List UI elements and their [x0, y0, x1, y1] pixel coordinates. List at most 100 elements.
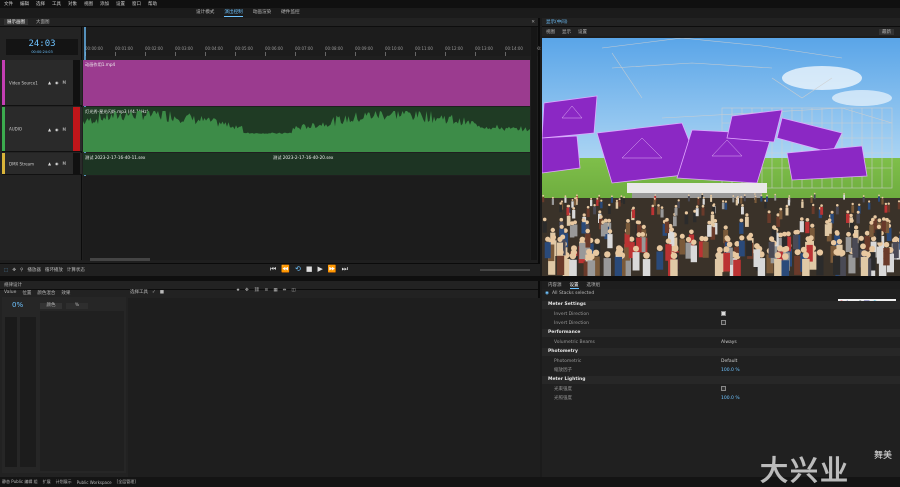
prop-section-header[interactable]: Meter Lighting	[542, 376, 900, 384]
select-tool-label[interactable]: 选择工具	[130, 289, 148, 295]
horizontal-scrollbar[interactable]	[90, 258, 150, 261]
behavior-canvas[interactable]	[128, 298, 540, 478]
menu-item-0[interactable]: 文件	[4, 1, 13, 7]
watermark-logo: 大兴业 舞美	[752, 445, 900, 487]
clip-audio[interactable]: 灯光秀-星光闪烁.mp3 (44.1kHz)	[83, 107, 530, 152]
prop-checkbox[interactable]	[721, 311, 726, 316]
tab-settings[interactable]: 设置	[578, 29, 587, 35]
prop-checkbox[interactable]	[721, 320, 726, 325]
align-icon[interactable]: ≡	[265, 288, 269, 293]
menu-item-5[interactable]: 视图	[84, 1, 93, 7]
tab-display[interactable]: 显示	[562, 29, 571, 35]
status-item-1[interactable]: 扩展	[43, 479, 51, 485]
prop-checkbox[interactable]	[721, 386, 726, 391]
calc-label[interactable]: 计算状态	[67, 267, 85, 273]
distribute-icon[interactable]: ⇹	[283, 288, 287, 293]
prop-value[interactable]: Always	[721, 339, 737, 347]
menu-item-1[interactable]: 编辑	[20, 1, 29, 7]
value-slider[interactable]	[5, 317, 17, 467]
percent-subtab[interactable]: %	[66, 303, 88, 309]
level-meter	[73, 107, 80, 151]
rewind-icon[interactable]: ⏪	[281, 265, 290, 274]
preview-title: 显示(中间)	[546, 20, 568, 25]
eye-icon: ◉	[55, 80, 59, 85]
prop-value[interactable]: Default	[721, 358, 737, 366]
prop-row: Invert Direction	[550, 311, 900, 319]
tab-view[interactable]: 视图	[546, 29, 555, 35]
3d-viewport[interactable]	[542, 38, 900, 276]
snap-icon[interactable]: ⬚	[4, 268, 8, 273]
link-icon[interactable]: ⛓	[254, 288, 260, 293]
player-label[interactable]: 播放器	[27, 267, 41, 273]
menu-item-8[interactable]: 窗口	[132, 1, 141, 7]
curve-area[interactable]	[40, 311, 124, 471]
menu-item-3[interactable]: 工具	[52, 1, 61, 7]
radio-icon[interactable]: ◉	[545, 291, 549, 296]
mode-tab-0[interactable]: 设计模式	[196, 9, 214, 17]
mode-tab-2[interactable]: 动画渲染	[253, 9, 271, 17]
zoom-slider[interactable]	[480, 269, 530, 271]
menu-item-7[interactable]: 设置	[116, 1, 125, 7]
track-head-dmx[interactable]: DMX Stream ▲ ◉ M	[2, 153, 82, 175]
menu-item-4[interactable]: 对象	[68, 1, 77, 7]
skip-start-icon[interactable]: ⏮	[270, 265, 276, 274]
prop-section-header[interactable]: Performance	[542, 329, 900, 337]
status-item-3[interactable]: Public Workspace	[77, 480, 112, 485]
stop-icon[interactable]: ■	[160, 290, 164, 295]
tab-position[interactable]: 位置	[22, 290, 31, 296]
mode-tab-3[interactable]: 硬件监控	[281, 9, 299, 17]
timeline-tabs: 展示画图 大面图 ✕	[0, 18, 538, 27]
prop-section-header[interactable]: Meter Settings	[542, 301, 900, 309]
track-head-video[interactable]: Video Source1 ▲ ◉ M	[2, 60, 82, 106]
forward-icon[interactable]: ⏩	[328, 265, 337, 274]
tab-value[interactable]: Value	[4, 290, 16, 296]
clip-video[interactable]: 动画作用1.mp4	[83, 60, 530, 106]
tab-groups[interactable]: 选项组	[587, 282, 601, 288]
menu-item-6[interactable]: 添加	[100, 1, 109, 7]
frame-icon[interactable]: ◫	[291, 288, 295, 293]
color-subtab[interactable]: 颜色	[40, 303, 62, 309]
prop-checkbox-wrap[interactable]	[721, 311, 726, 319]
tab-content[interactable]: 内容源	[548, 282, 562, 288]
ruler-tick: 00:11:00	[415, 46, 433, 51]
menu-item-2[interactable]: 选择	[36, 1, 45, 7]
prop-checkbox-wrap[interactable]	[721, 386, 726, 394]
prop-label: Invert Direction	[554, 312, 589, 317]
value-scale	[20, 317, 36, 467]
prop-checkbox-wrap[interactable]	[721, 320, 726, 328]
play-icon[interactable]: ▶	[318, 265, 323, 274]
tab-props-settings[interactable]: 设置	[569, 282, 579, 289]
prop-label: 缩放因子	[554, 368, 572, 373]
search-icon[interactable]: ⚲	[20, 268, 23, 273]
latest-button[interactable]: 最新	[879, 28, 894, 35]
timeline-ruler[interactable]: 00:00:00 00:01:00 00:02:00 00:03:00 00:04:00…	[83, 27, 553, 56]
behavior-list: 0% 颜色 %	[2, 297, 126, 473]
loop-label[interactable]: 循环播放	[45, 267, 63, 273]
tools-icon[interactable]: ✥	[12, 268, 16, 273]
check-icon[interactable]: ✓	[152, 290, 156, 295]
close-icon[interactable]: ✕	[531, 20, 535, 25]
menu-item-9[interactable]: 帮助	[148, 1, 157, 7]
track-head-audio[interactable]: AUDIO ▲ ◉ M	[2, 107, 82, 152]
status-item-2[interactable]: 计划展示	[56, 479, 72, 485]
prop-value[interactable]: 100.0 %	[721, 367, 740, 375]
prop-section-header[interactable]: Photometry	[542, 348, 900, 356]
mode-tabs: 设计模式 演出控制 动画渲染 硬件监控	[196, 9, 300, 17]
clip-dmx[interactable]: 测试 2023-2-17-16-40-11.sex 测试 2023-2-17-1…	[83, 153, 530, 175]
star-icon[interactable]: ★	[236, 288, 240, 293]
loop-icon[interactable]: ⟲	[295, 265, 301, 274]
skip-end-icon[interactable]: ⏭	[342, 265, 348, 274]
timeline-scrollbar[interactable]	[531, 27, 537, 260]
prop-value[interactable]: 100.0 %	[721, 395, 740, 403]
timeline-empty-area[interactable]	[83, 176, 530, 260]
tab-effect[interactable]: 效果	[61, 290, 70, 296]
tab-timeline-1[interactable]: 大面图	[36, 19, 50, 25]
tab-timeline-0[interactable]: 展示画图	[4, 19, 28, 25]
grid-icon[interactable]: ▦	[273, 288, 277, 293]
move-icon[interactable]: ✥	[245, 288, 249, 293]
status-item-4[interactable]: [全层管理]	[117, 479, 136, 485]
status-item-0[interactable]: 静态 Public 编辑 组	[2, 479, 38, 485]
stop-icon[interactable]: ■	[306, 265, 313, 274]
mode-tab-1[interactable]: 演出控制	[224, 9, 243, 17]
tab-color[interactable]: 颜色混合	[37, 290, 55, 296]
